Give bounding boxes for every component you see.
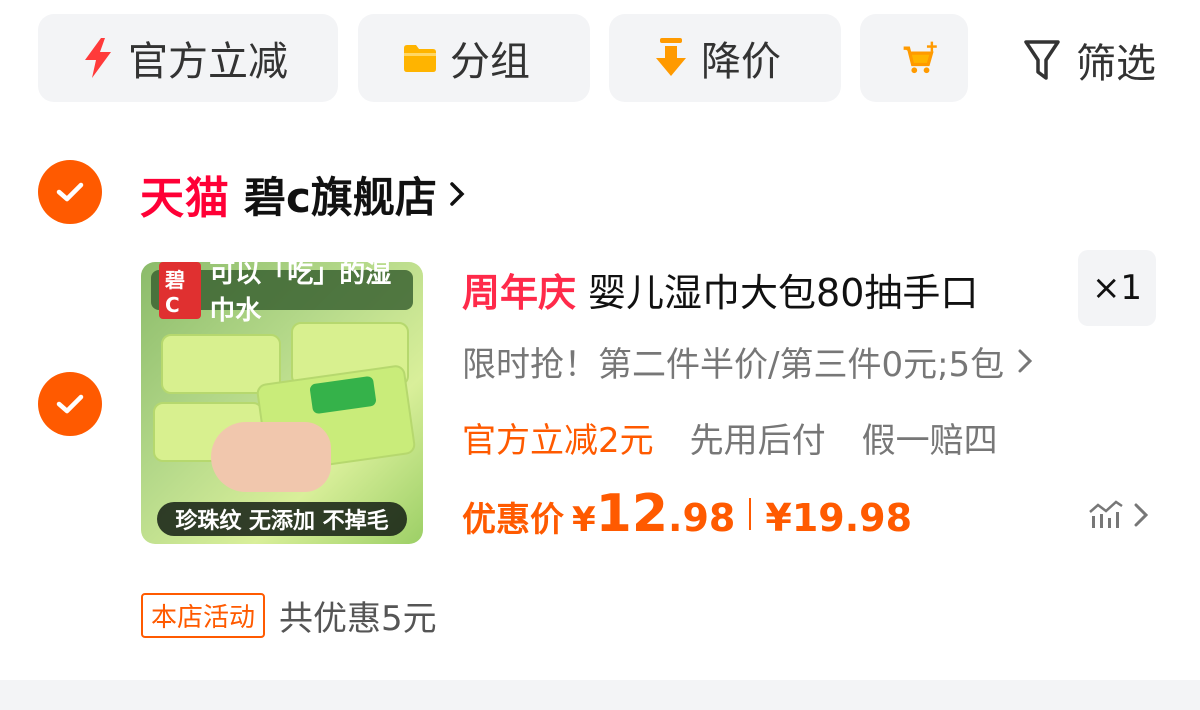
cart-add-icon [902, 38, 938, 78]
price-block: 优惠价 ¥ 12 .98 ¥19.98 [462, 484, 912, 544]
product-image-footer: 珍珠纹 无添加 不掉毛 [157, 502, 407, 536]
store-select-checkbox[interactable] [38, 160, 102, 224]
quantity-button[interactable]: ×1 [1078, 250, 1156, 326]
promo-tag: 先用后付 [689, 420, 826, 461]
filter-chip-price-drop[interactable]: 降价 [609, 14, 841, 102]
price-currency: ¥ [572, 500, 596, 540]
sku-text: 限时抢！第二件半价/第三件0元;5包 [462, 344, 1005, 385]
product-image-brand-tag: 碧C [159, 262, 202, 319]
product-image-banner: 碧C 可以「吃」的湿巾水 [151, 262, 413, 326]
item-title-text: 婴儿湿巾大包80抽手口 [588, 270, 979, 315]
filter-chip-group[interactable]: 分组 [358, 14, 590, 102]
promo-tag: 官方立减2元 [462, 420, 654, 461]
activity-text: 共优惠5元 [279, 598, 437, 639]
promo-tag: 假一赔四 [861, 420, 998, 461]
filter-chip-label: 降价 [701, 39, 781, 85]
item-title-tag: 周年庆 [462, 270, 577, 315]
tmall-logo: 天猫 [140, 173, 230, 224]
activity-badge: 本店活动 [141, 592, 266, 638]
filter-button-label: 筛选 [1076, 41, 1156, 87]
check-icon [56, 394, 84, 414]
promo-tags: 官方立减2元 先用后付 假一赔四 [462, 412, 1034, 462]
filter-chip-label: 官方立减 [128, 39, 288, 85]
check-icon [56, 182, 84, 202]
filter-button[interactable]: 筛选 [1022, 36, 1156, 87]
price-divider [749, 498, 752, 530]
filter-chip-official-discount[interactable]: 官方立减 [38, 14, 338, 102]
funnel-icon [1022, 38, 1062, 82]
filter-chip-label: 分组 [450, 39, 530, 85]
down-arrow-icon [653, 38, 689, 78]
folder-icon [402, 38, 438, 78]
price-label: 优惠价 [462, 500, 564, 540]
store-activity[interactable]: 本店活动 共优惠5元 [141, 592, 437, 639]
item-select-checkbox[interactable] [38, 372, 102, 436]
filter-bar: 官方立减 分组 降价 筛选 [0, 0, 1200, 120]
product-image-headline: 可以「吃」的湿巾水 [209, 262, 392, 326]
chevron-right-icon [450, 182, 465, 206]
store-header[interactable]: 天猫 碧c旗舰店 [140, 164, 467, 224]
price-integer: 12 [595, 484, 669, 544]
sku-selector[interactable]: 限时抢！第二件半价/第三件0元;5包 [462, 336, 1034, 386]
chevron-right-icon [1134, 503, 1149, 527]
section-divider [0, 680, 1200, 710]
filter-chip-cart[interactable] [860, 14, 968, 102]
product-image[interactable]: 碧C 可以「吃」的湿巾水 珍珠纹 无添加 不掉毛 [141, 262, 423, 544]
item-title[interactable]: 周年庆 婴儿湿巾大包80抽手口 [462, 262, 978, 316]
price-trend-button[interactable] [1088, 498, 1154, 532]
store-name: 碧c旗舰店 [244, 172, 437, 222]
price-original: ¥19.98 [765, 496, 913, 540]
lightning-icon [80, 38, 116, 78]
chevron-right-icon [1018, 349, 1033, 373]
hand-graphic [211, 422, 331, 492]
price-trend-icon [1089, 500, 1123, 528]
price-decimal: .98 [668, 496, 736, 540]
